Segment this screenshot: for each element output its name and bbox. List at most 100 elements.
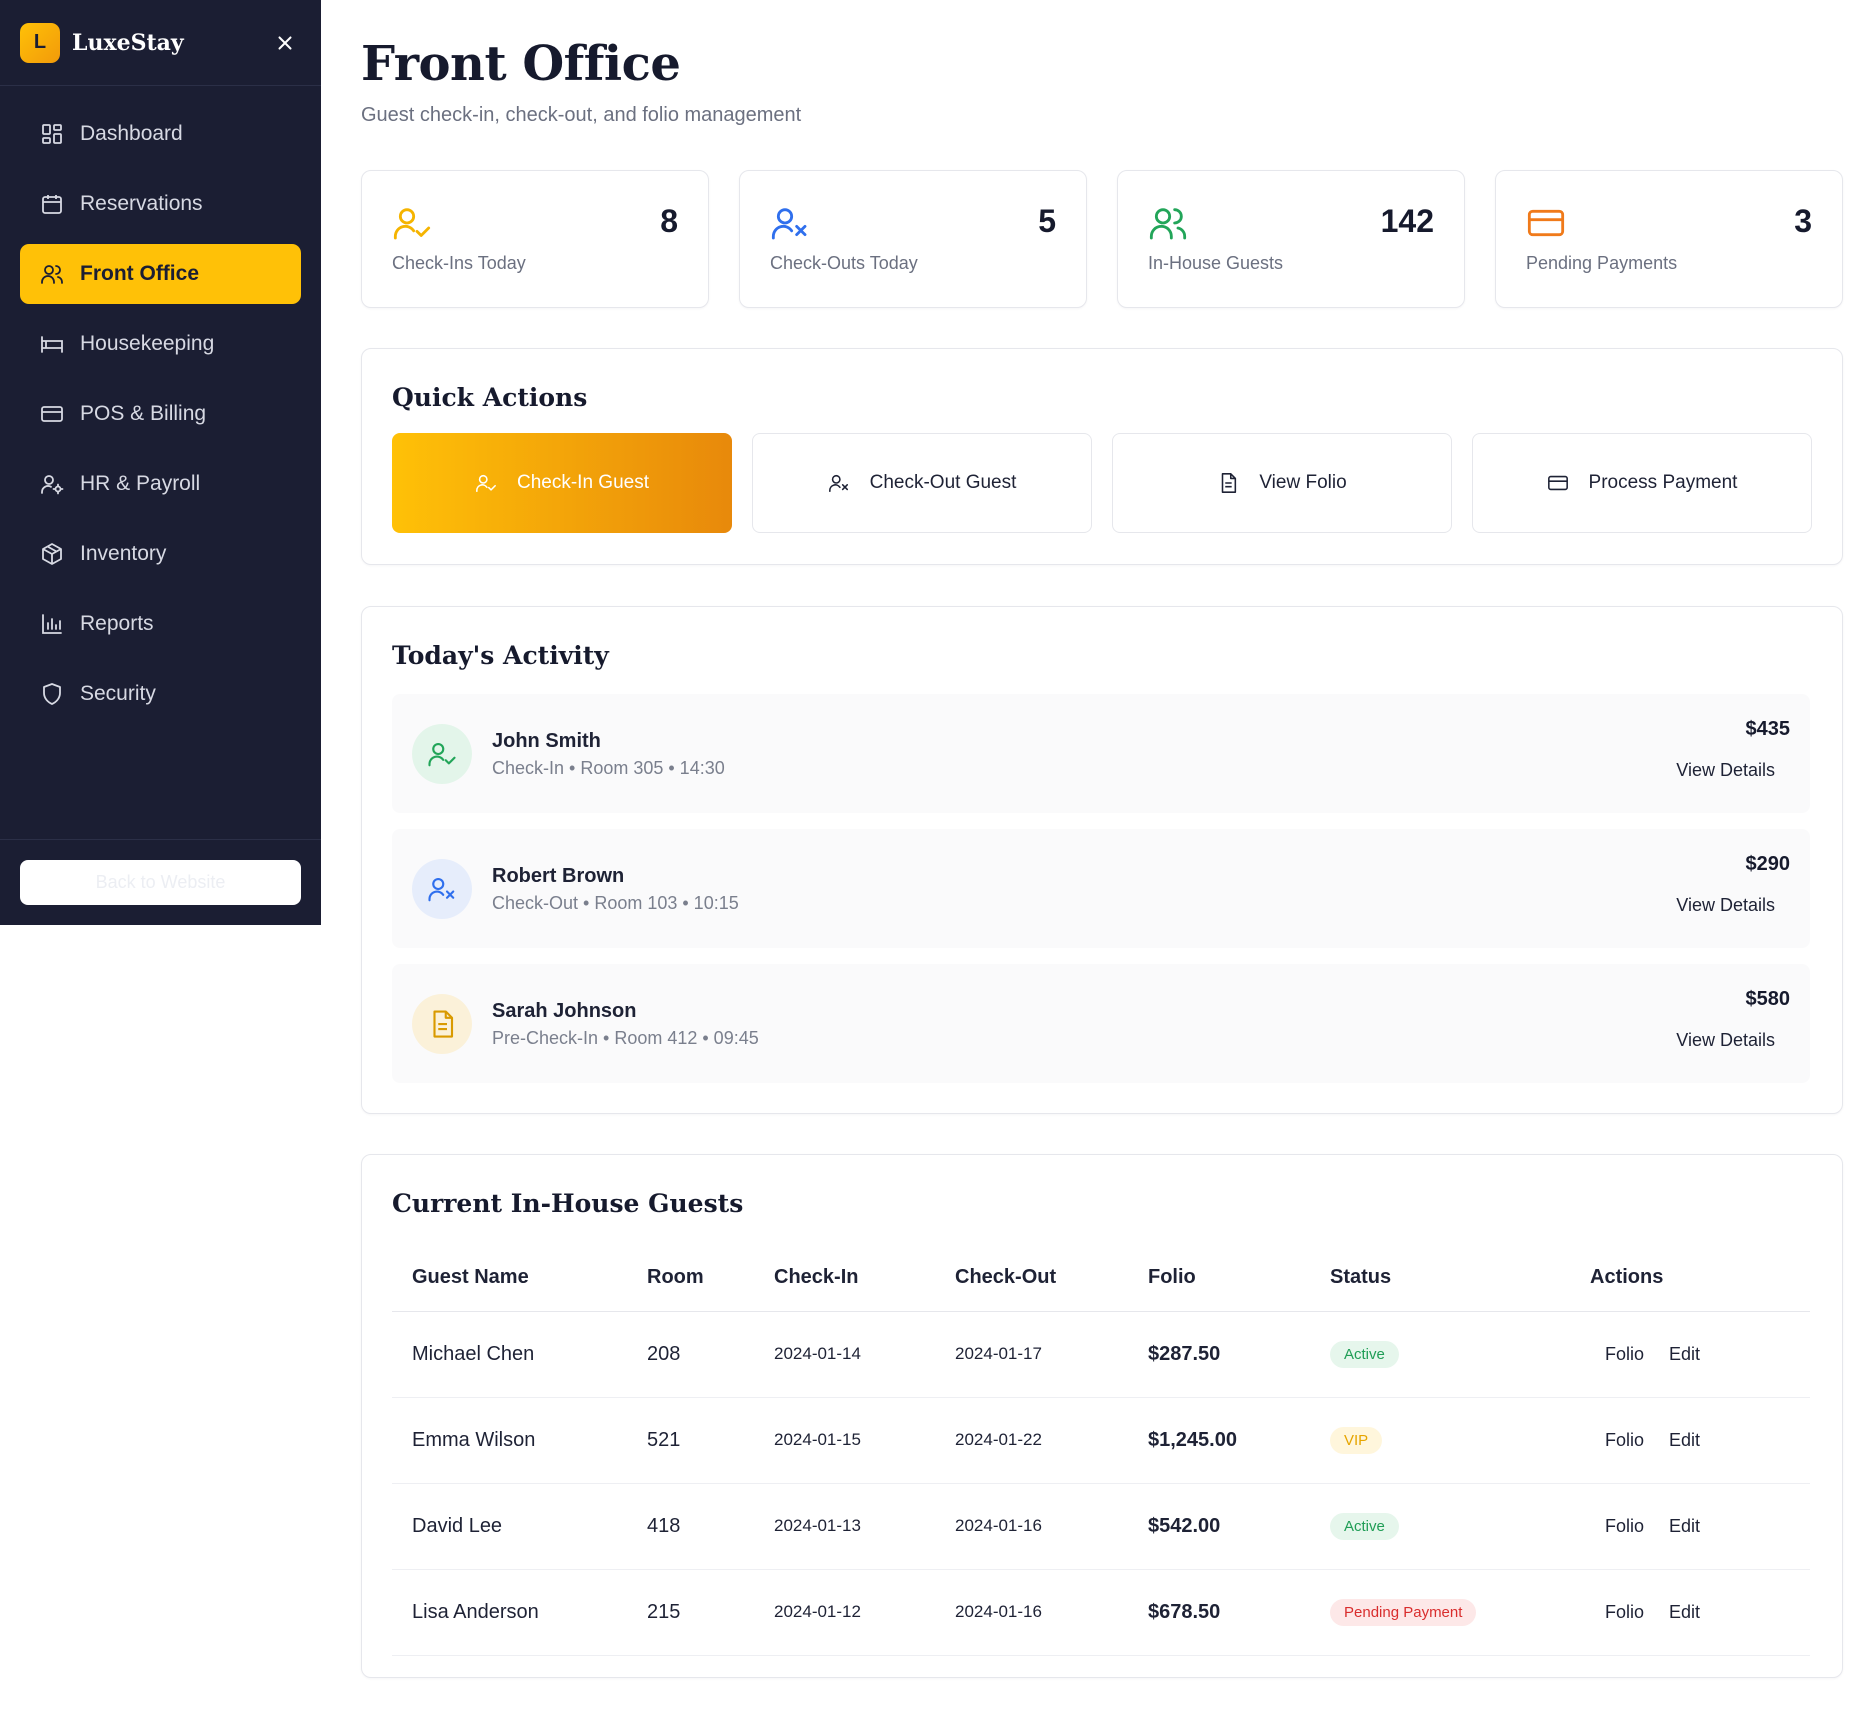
- activity-guest-name: Sarah Johnson: [492, 1000, 637, 1022]
- user-x-icon: [428, 877, 455, 902]
- column-header: Status: [1310, 1245, 1570, 1312]
- stat-card-check-outs: 5 Check-Outs Today: [739, 170, 1087, 308]
- folio-link[interactable]: Folio: [1605, 1516, 1644, 1537]
- guest-name: David Lee: [392, 1483, 627, 1570]
- sidebar-item-label: Security: [80, 682, 156, 705]
- credit-card-icon: [1527, 209, 1565, 237]
- user-check-icon: [428, 742, 456, 767]
- guest-name: Lisa Anderson: [392, 1569, 627, 1656]
- back-to-website-button[interactable]: Back to Website: [20, 860, 301, 905]
- sidebar-item-inventory[interactable]: Inventory: [20, 524, 301, 584]
- sidebar-item-reports[interactable]: Reports: [20, 594, 301, 654]
- folio-link[interactable]: Folio: [1605, 1430, 1644, 1451]
- activity-item: Robert Brown Check-Out • Room 103 • 10:1…: [392, 829, 1810, 948]
- page-subtitle: Guest check-in, check-out, and folio man…: [361, 104, 802, 126]
- stat-card-in-house: 142 In-House Guests: [1117, 170, 1465, 308]
- edit-link[interactable]: Edit: [1669, 1602, 1700, 1623]
- close-icon: [278, 35, 292, 50]
- view-details-link[interactable]: View Details: [1676, 1030, 1775, 1051]
- user-check-icon: [393, 208, 431, 240]
- status-badge: Active: [1330, 1512, 1399, 1540]
- table-header-row: Guest Name Room Check-In Check-Out Folio…: [392, 1245, 1810, 1312]
- edit-link[interactable]: Edit: [1669, 1344, 1700, 1365]
- table-row: Emma Wilson 521 2024-01-15 2024-01-22 $1…: [392, 1397, 1810, 1484]
- view-folio-button[interactable]: View Folio: [1112, 433, 1452, 533]
- stat-value: 3: [1794, 203, 1812, 239]
- section-title: Quick Actions: [392, 383, 588, 412]
- bar-chart-icon: [42, 614, 62, 634]
- dashboard-icon: [42, 124, 62, 144]
- stat-value: 8: [660, 203, 678, 239]
- calendar-icon: [42, 195, 62, 214]
- sidebar-item-reservations[interactable]: Reservations: [20, 174, 301, 234]
- check-out-date: 2024-01-16: [935, 1569, 1128, 1656]
- status-cell: Pending Payment: [1310, 1569, 1570, 1656]
- activity-detail: Check-Out • Room 103 • 10:15: [492, 893, 739, 913]
- button-label: Check-In Guest: [517, 472, 649, 493]
- check-in-date: 2024-01-13: [754, 1483, 935, 1570]
- stat-card-check-ins: 8 Check-Ins Today: [361, 170, 709, 308]
- edit-link[interactable]: Edit: [1669, 1516, 1700, 1537]
- sidebar-item-dashboard[interactable]: Dashboard: [20, 104, 301, 164]
- sidebar-item-label: Reservations: [80, 192, 203, 215]
- status-badge: Pending Payment: [1330, 1598, 1477, 1626]
- in-house-guests-panel: Current In-House Guests Guest Name Room …: [361, 1154, 1843, 1678]
- section-title: Today's Activity: [392, 641, 609, 670]
- folio-link[interactable]: Folio: [1605, 1344, 1644, 1365]
- process-payment-button[interactable]: Process Payment: [1472, 433, 1812, 533]
- actions-cell: Folio Edit: [1570, 1569, 1810, 1656]
- check-in-guest-button[interactable]: Check-In Guest: [392, 433, 732, 533]
- sidebar-item-label: Front Office: [80, 262, 199, 285]
- folio-link[interactable]: Folio: [1605, 1602, 1644, 1623]
- sidebar-nav: Dashboard Reservations Front Office Hous…: [0, 86, 321, 752]
- close-sidebar-button[interactable]: [269, 27, 301, 59]
- user-x-icon: [771, 208, 807, 240]
- section-title: Current In-House Guests: [392, 1189, 744, 1218]
- folio-amount: $1,245.00: [1128, 1397, 1310, 1484]
- table-row: Lisa Anderson 215 2024-01-12 2024-01-16 …: [392, 1569, 1810, 1656]
- check-out-guest-button[interactable]: Check-Out Guest: [752, 433, 1092, 533]
- sidebar-item-housekeeping[interactable]: Housekeeping: [20, 314, 301, 374]
- document-icon: [1222, 473, 1237, 493]
- guest-name: Michael Chen: [392, 1311, 627, 1398]
- folio-amount: $678.50: [1128, 1569, 1310, 1656]
- view-details-link[interactable]: View Details: [1676, 895, 1775, 916]
- sidebar-item-label: Housekeeping: [80, 332, 215, 355]
- button-label: View Folio: [1259, 472, 1347, 493]
- sidebar-item-front-office[interactable]: Front Office: [20, 244, 301, 304]
- column-header: Check-Out: [935, 1245, 1128, 1312]
- view-details-link[interactable]: View Details: [1676, 760, 1775, 781]
- sidebar-item-hr-payroll[interactable]: HR & Payroll: [20, 454, 301, 514]
- check-out-date: 2024-01-22: [935, 1397, 1128, 1484]
- stat-label: Check-Outs Today: [770, 253, 918, 273]
- table-row: David Lee 418 2024-01-13 2024-01-16 $542…: [392, 1483, 1810, 1570]
- check-out-date: 2024-01-16: [935, 1483, 1128, 1570]
- activity-amount: $290: [1745, 853, 1791, 875]
- actions-cell: Folio Edit: [1570, 1483, 1810, 1570]
- shield-icon: [43, 683, 61, 705]
- users-icon: [41, 265, 63, 284]
- status-cell: Active: [1310, 1311, 1570, 1398]
- column-header: Actions: [1570, 1245, 1810, 1312]
- sidebar-item-security[interactable]: Security: [20, 664, 301, 724]
- check-in-date: 2024-01-12: [754, 1569, 935, 1656]
- room-number: 521: [627, 1397, 754, 1484]
- sidebar-item-label: POS & Billing: [80, 402, 207, 425]
- column-header: Folio: [1128, 1245, 1310, 1312]
- credit-card-icon: [41, 406, 63, 422]
- credit-card-icon: [1547, 475, 1568, 491]
- user-check-icon: [476, 474, 496, 493]
- activity-detail: Check-In • Room 305 • 14:30: [492, 758, 725, 778]
- stat-label: Pending Payments: [1526, 253, 1678, 273]
- quick-actions-panel: Quick Actions Check-In Guest Check-Out G…: [361, 348, 1843, 565]
- document-icon: [433, 1010, 454, 1038]
- stat-card-pending-payments: 3 Pending Payments: [1495, 170, 1843, 308]
- check-in-date: 2024-01-15: [754, 1397, 935, 1484]
- activity-detail: Pre-Check-In • Room 412 • 09:45: [492, 1028, 759, 1048]
- folio-amount: $287.50: [1128, 1311, 1310, 1398]
- user-gear-icon: [41, 475, 64, 495]
- activity-item: Sarah Johnson Pre-Check-In • Room 412 • …: [392, 964, 1810, 1083]
- edit-link[interactable]: Edit: [1669, 1430, 1700, 1451]
- actions-cell: Folio Edit: [1570, 1397, 1810, 1484]
- sidebar-item-pos-billing[interactable]: POS & Billing: [20, 384, 301, 444]
